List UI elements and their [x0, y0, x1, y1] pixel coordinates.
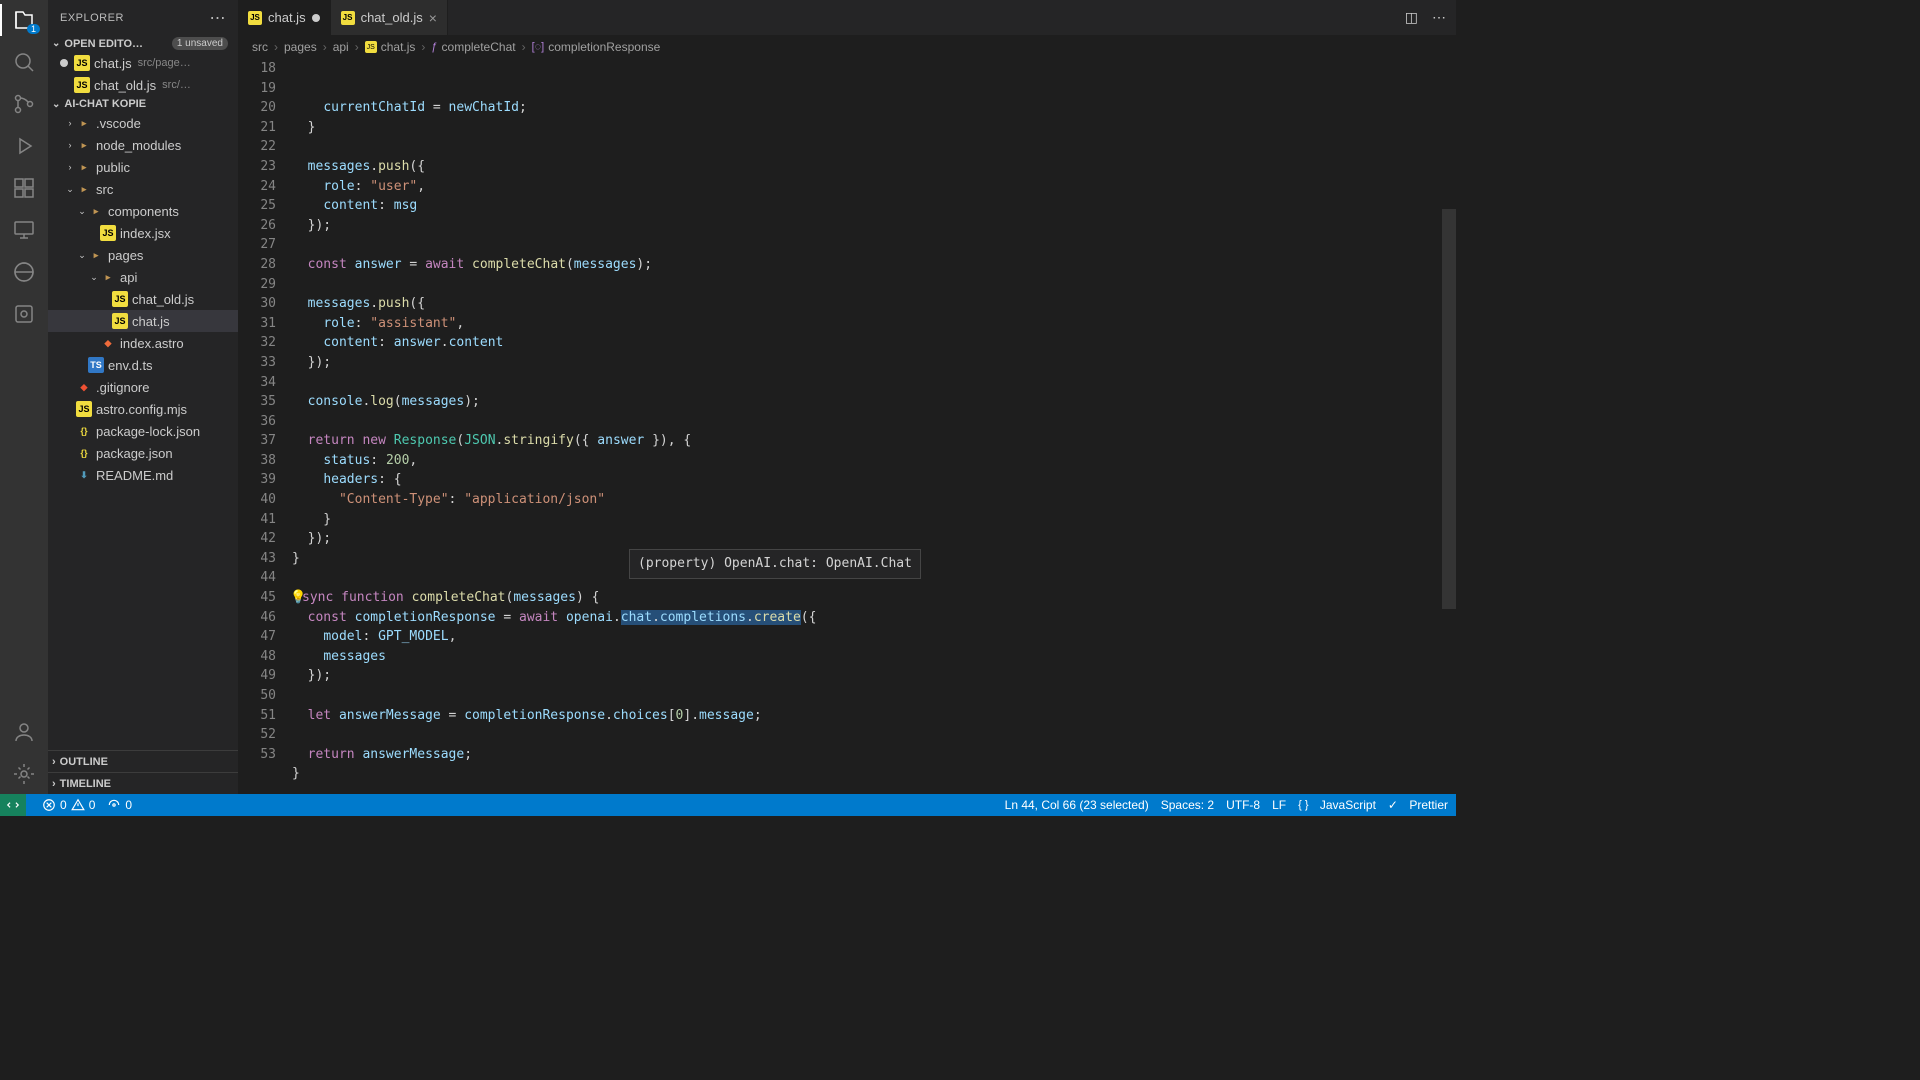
js-file-icon: JS: [76, 401, 92, 417]
folder-icon: ▸: [76, 181, 92, 197]
ports-indicator[interactable]: 0: [107, 798, 132, 812]
breadcrumb-item[interactable]: src: [252, 40, 268, 54]
folder-icon: ▸: [76, 115, 92, 131]
open-editor-item[interactable]: JSchat.jssrc/page…: [48, 52, 238, 74]
remote-indicator[interactable]: [0, 794, 26, 816]
git-file-icon: ◆: [76, 379, 92, 395]
line-gutter: 1819202122232425262728293031323334353637…: [238, 59, 292, 794]
json-file-icon: {}: [76, 423, 92, 439]
file-item[interactable]: JSindex.jsx: [48, 222, 238, 244]
file-item[interactable]: TSenv.d.ts: [48, 354, 238, 376]
breadcrumb-item[interactable]: ƒcompleteChat: [431, 40, 515, 54]
editor-tab[interactable]: JSchat.js: [238, 0, 331, 35]
folder-item[interactable]: ›▸public: [48, 156, 238, 178]
language-mode[interactable]: { } JavaScript: [1298, 798, 1376, 812]
chevron-icon: ⌄: [88, 272, 100, 283]
prettier-status[interactable]: ✓ Prettier: [1388, 798, 1448, 812]
project-section[interactable]: ⌄ AI-CHAT KOPIE: [48, 96, 238, 112]
accounts-icon[interactable]: [12, 720, 36, 744]
folder-item[interactable]: ›▸node_modules: [48, 134, 238, 156]
explorer-icon[interactable]: 1: [12, 8, 36, 32]
js-file-icon: JS: [248, 11, 262, 25]
problems-indicator[interactable]: 0 0: [42, 798, 95, 812]
extension-icon-2[interactable]: [12, 302, 36, 326]
js-file-icon: JS: [112, 291, 128, 307]
close-tab-icon[interactable]: ×: [429, 10, 437, 26]
indentation[interactable]: Spaces: 2: [1161, 798, 1214, 812]
explorer-title: EXPLORER: [60, 12, 124, 24]
outline-section[interactable]: ›OUTLINE: [48, 750, 238, 772]
chevron-icon: ›: [64, 140, 76, 150]
file-item[interactable]: ⬇README.md: [48, 464, 238, 486]
run-debug-icon[interactable]: [12, 134, 36, 158]
breadcrumb-item[interactable]: JSchat.js: [365, 40, 416, 54]
chevron-icon: ⌄: [76, 250, 88, 261]
js-file-icon: JS: [74, 55, 90, 71]
search-icon[interactable]: [12, 50, 36, 74]
folder-icon: ▸: [76, 137, 92, 153]
js-file-icon: JS: [100, 225, 116, 241]
open-editors-section[interactable]: ⌄ OPEN EDITO… 1 unsaved: [48, 35, 238, 52]
tab-bar: JSchat.jsJSchat_old.js× ◫ ⋯: [238, 0, 1456, 35]
js-file-icon: JS: [341, 11, 355, 25]
folder-icon: ▸: [88, 247, 104, 263]
activity-bar: 1: [0, 0, 48, 794]
split-editor-icon[interactable]: ◫: [1405, 9, 1418, 26]
editor-tab[interactable]: JSchat_old.js×: [331, 0, 448, 35]
breadcrumb-item[interactable]: pages: [284, 40, 317, 54]
folder-icon: ▸: [88, 203, 104, 219]
chevron-icon: ›: [64, 162, 76, 172]
folder-item[interactable]: ⌄▸pages: [48, 244, 238, 266]
folder-item[interactable]: ⌄▸api: [48, 266, 238, 288]
explorer-more-icon[interactable]: ⋯: [210, 8, 227, 28]
folder-item[interactable]: ›▸.vscode: [48, 112, 238, 134]
folder-icon: ▸: [76, 159, 92, 175]
unsaved-badge: 1 unsaved: [172, 37, 228, 50]
encoding[interactable]: UTF-8: [1226, 798, 1260, 812]
folder-item[interactable]: ⌄▸src: [48, 178, 238, 200]
file-item[interactable]: JSastro.config.mjs: [48, 398, 238, 420]
more-actions-icon[interactable]: ⋯: [1432, 9, 1446, 26]
json-file-icon: {}: [76, 445, 92, 461]
file-item[interactable]: JSchat.js: [48, 310, 238, 332]
folder-item[interactable]: ⌄▸components: [48, 200, 238, 222]
file-item[interactable]: {}package-lock.json: [48, 420, 238, 442]
dirty-indicator-icon: [312, 14, 320, 22]
chevron-icon: ›: [64, 118, 76, 128]
breadcrumb-item[interactable]: api: [333, 40, 349, 54]
explorer-sidebar: EXPLORER ⋯ ⌄ OPEN EDITO… 1 unsaved JScha…: [48, 0, 238, 794]
file-item[interactable]: ◆.gitignore: [48, 376, 238, 398]
breadcrumbs[interactable]: src›pages›api›JSchat.js›ƒcompleteChat›[◌…: [238, 35, 1456, 59]
md-file-icon: ⬇: [76, 467, 92, 483]
folder-icon: ▸: [100, 269, 116, 285]
ts-file-icon: TS: [88, 357, 104, 373]
js-file-icon: JS: [74, 77, 90, 93]
file-item[interactable]: ◆index.astro: [48, 332, 238, 354]
timeline-section[interactable]: ›TIMELINE: [48, 772, 238, 794]
eol[interactable]: LF: [1272, 798, 1286, 812]
astro-file-icon: ◆: [100, 335, 116, 351]
status-bar: 0 0 0 Ln 44, Col 66 (23 selected) Spaces…: [0, 794, 1456, 816]
remote-explorer-icon[interactable]: [12, 218, 36, 242]
file-item[interactable]: JSchat_old.js: [48, 288, 238, 310]
js-file-icon: JS: [112, 313, 128, 329]
extensions-icon[interactable]: [12, 176, 36, 200]
minimap[interactable]: [1442, 59, 1456, 794]
code-editor[interactable]: currentChatId = newChatId; } messages.pu…: [292, 59, 1456, 794]
settings-gear-icon[interactable]: [12, 762, 36, 786]
dirty-indicator-icon: [60, 59, 68, 67]
open-editor-item[interactable]: JSchat_old.jssrc/…: [48, 74, 238, 96]
hover-tooltip: (property) OpenAI.chat: OpenAI.Chat: [629, 549, 921, 579]
breadcrumb-item[interactable]: [◌]completionResponse: [532, 40, 661, 54]
chevron-icon: ⌄: [76, 206, 88, 217]
cursor-position[interactable]: Ln 44, Col 66 (23 selected): [1005, 798, 1149, 812]
file-item[interactable]: {}package.json: [48, 442, 238, 464]
source-control-icon[interactable]: [12, 92, 36, 116]
chevron-icon: ⌄: [64, 184, 76, 195]
extension-icon-1[interactable]: [12, 260, 36, 284]
